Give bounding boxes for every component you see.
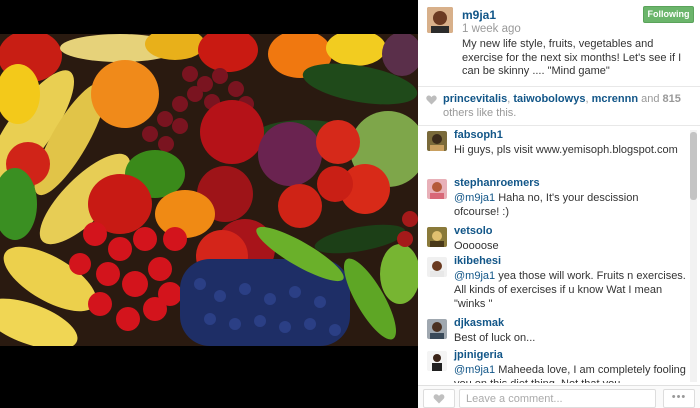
commenter-avatar[interactable]	[427, 227, 447, 247]
comment-text: Ooooose	[454, 239, 686, 253]
liker-link[interactable]: taiwobolowys	[513, 93, 585, 105]
commenter-avatar[interactable]	[427, 179, 447, 199]
avatar-photo-image	[427, 7, 453, 33]
liker-link[interactable]: mcrennn	[592, 93, 638, 105]
likes-row: princevitalis, taiwobolowys, mcrennn and…	[418, 88, 700, 126]
post-sidebar: m9ja1 1 week ago My new life style, frui…	[418, 0, 700, 408]
comment-text: Hi guys, pls visit www.yemisoph.blogspot…	[454, 143, 686, 157]
heart-icon	[426, 95, 437, 105]
commenter-avatar[interactable]	[427, 319, 447, 339]
comment-text: @m9ja1 Maheeda love, I am completely foo…	[454, 363, 686, 383]
comment-body: Best of luck on...	[454, 332, 536, 344]
like-button[interactable]	[423, 389, 455, 408]
comment-item: fabsoph1 Hi guys, pls visit www.yemisoph…	[418, 127, 688, 171]
comment-username[interactable]: djkasmak	[454, 317, 504, 329]
comment-text: Best of luck on...	[454, 331, 686, 345]
comment-footer: •••	[418, 385, 700, 408]
comments-list: fabsoph1 Hi guys, pls visit www.yemisoph…	[418, 127, 700, 383]
heart-icon	[433, 394, 445, 404]
avatar-photo-image	[427, 179, 447, 199]
post-photo[interactable]	[0, 34, 418, 346]
post-header: m9ja1 1 week ago My new life style, frui…	[418, 0, 700, 87]
comments-scrollbar-thumb[interactable]	[690, 132, 697, 200]
likes-suffix: others like this.	[443, 106, 517, 119]
author-avatar[interactable]	[427, 7, 453, 33]
author-username[interactable]: m9ja1	[462, 8, 496, 22]
vegetables-photo-image	[0, 34, 418, 346]
likes-summary: princevitalis, taiwobolowys, mcrennn and…	[443, 93, 695, 120]
comment-mention[interactable]: @m9ja1	[454, 192, 495, 204]
comment-item: ikibehesi @m9ja1 yea those will work. Fr…	[418, 253, 688, 311]
liker-link[interactable]: princevitalis	[443, 93, 507, 105]
comment-username[interactable]: jpinigeria	[454, 349, 503, 361]
commenter-avatar[interactable]	[427, 131, 447, 151]
comment-username[interactable]: ikibehesi	[454, 255, 501, 267]
comment-body: Ooooose	[454, 240, 499, 252]
likes-count[interactable]: 815	[663, 93, 681, 105]
commenter-avatar[interactable]	[427, 351, 447, 371]
avatar-photo-image	[427, 227, 447, 247]
comment-text: @m9ja1 Haha no, It's your descission ofc…	[454, 191, 686, 219]
more-options-button[interactable]: •••	[663, 389, 695, 408]
avatar-photo-image	[427, 257, 447, 277]
comment-item: jpinigeria @m9ja1 Maheeda love, I am com…	[418, 347, 688, 383]
post-timestamp[interactable]: 1 week ago	[462, 23, 521, 35]
commenter-avatar[interactable]	[427, 257, 447, 277]
comment-username[interactable]: stephanroemers	[454, 177, 540, 189]
avatar-photo-image	[427, 319, 447, 339]
post-caption: My new life style, fruits, vegetables an…	[462, 38, 682, 77]
comment-input[interactable]	[459, 389, 656, 408]
comment-mention[interactable]: @m9ja1	[454, 364, 495, 376]
comment-username[interactable]: fabsoph1	[454, 129, 503, 141]
comment-item: djkasmak Best of luck on...	[418, 315, 688, 347]
comment-item: vetsolo Ooooose	[418, 223, 688, 255]
comment-text: @m9ja1 yea those will work. Fruits n exe…	[454, 269, 686, 311]
following-button[interactable]: Following	[643, 6, 694, 23]
likes-and-text: and	[638, 93, 663, 105]
comment-mention[interactable]: @m9ja1	[454, 270, 495, 282]
photo-pane	[0, 0, 418, 408]
comment-body: Hi guys, pls visit www.yemisoph.blogspot…	[454, 144, 678, 156]
avatar-photo-image	[427, 131, 447, 151]
comment-username[interactable]: vetsolo	[454, 225, 493, 237]
avatar-photo-image	[427, 351, 447, 371]
comment-item: stephanroemers @m9ja1 Haha no, It's your…	[418, 175, 688, 219]
